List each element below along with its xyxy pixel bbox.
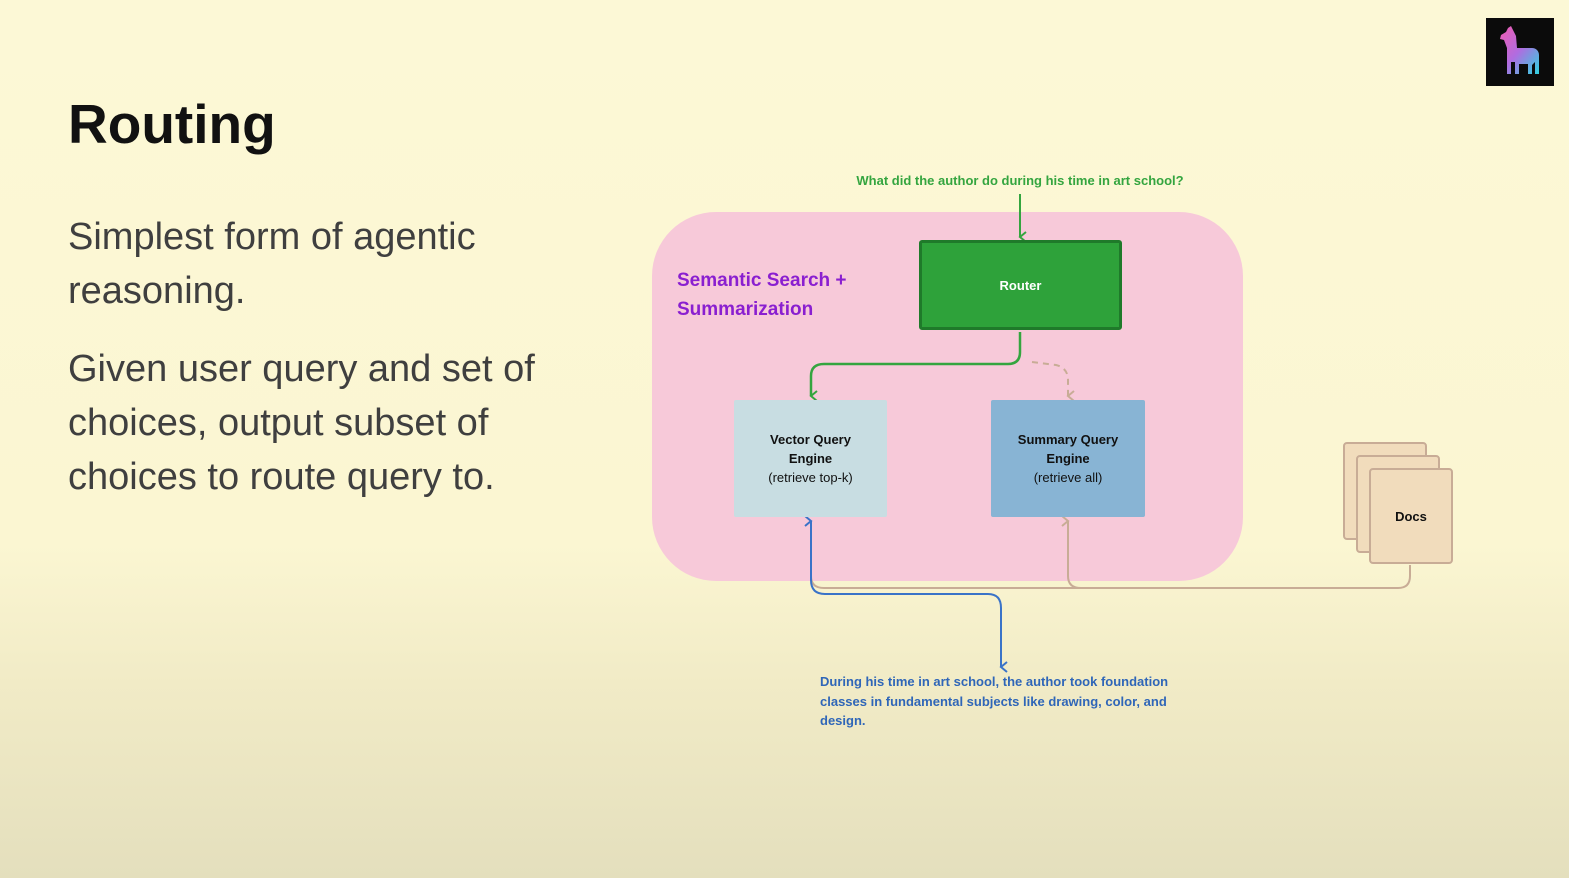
summary-engine-subtitle: (retrieve all) xyxy=(1033,470,1103,485)
vector-query-engine-node: Vector Query Engine (retrieve top-k) xyxy=(734,400,887,517)
router-label: Router xyxy=(999,277,1042,293)
vector-engine-subtitle: (retrieve top-k) xyxy=(768,470,853,485)
group-label: Semantic Search + Summarization xyxy=(677,270,847,320)
router-node: Router xyxy=(919,240,1122,330)
summary-engine-title: Summary Query Engine xyxy=(1017,432,1119,466)
docs-label: Docs xyxy=(1395,508,1427,524)
answer-text: During his time in art school, the autho… xyxy=(820,674,1169,728)
vector-engine-title: Vector Query Engine xyxy=(770,432,851,466)
user-query-text: What did the author do during his time i… xyxy=(856,173,1184,188)
summary-query-engine-node: Summary Query Engine (retrieve all) xyxy=(991,400,1145,517)
